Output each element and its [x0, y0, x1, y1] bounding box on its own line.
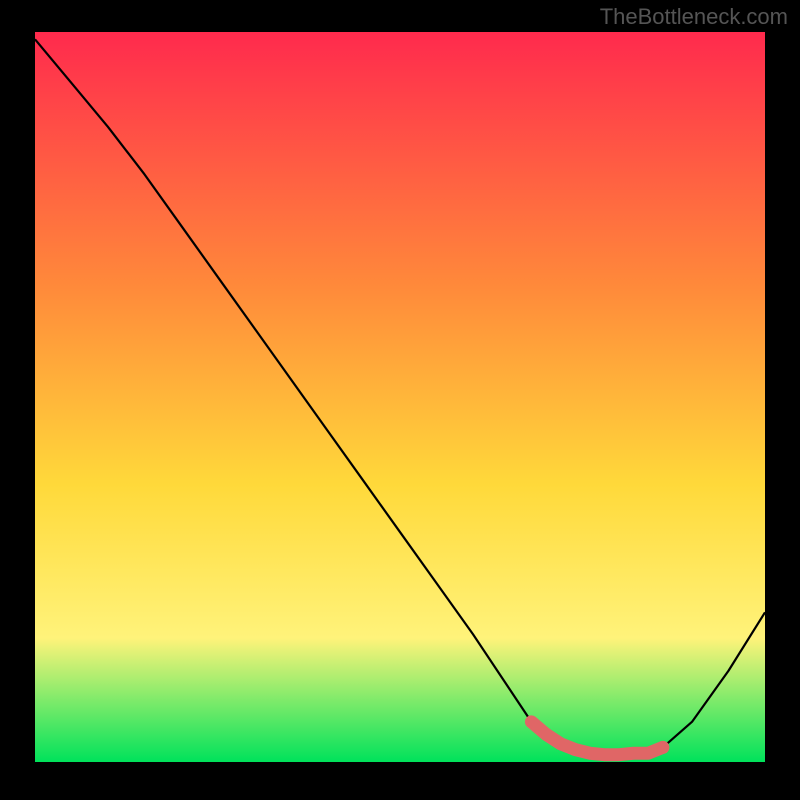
valley-marker-end-dot — [656, 741, 669, 754]
watermark-text: TheBottleneck.com — [600, 4, 788, 30]
gradient-background — [35, 32, 765, 762]
chart-plot-area — [35, 32, 765, 762]
bottleneck-chart-svg — [35, 32, 765, 762]
